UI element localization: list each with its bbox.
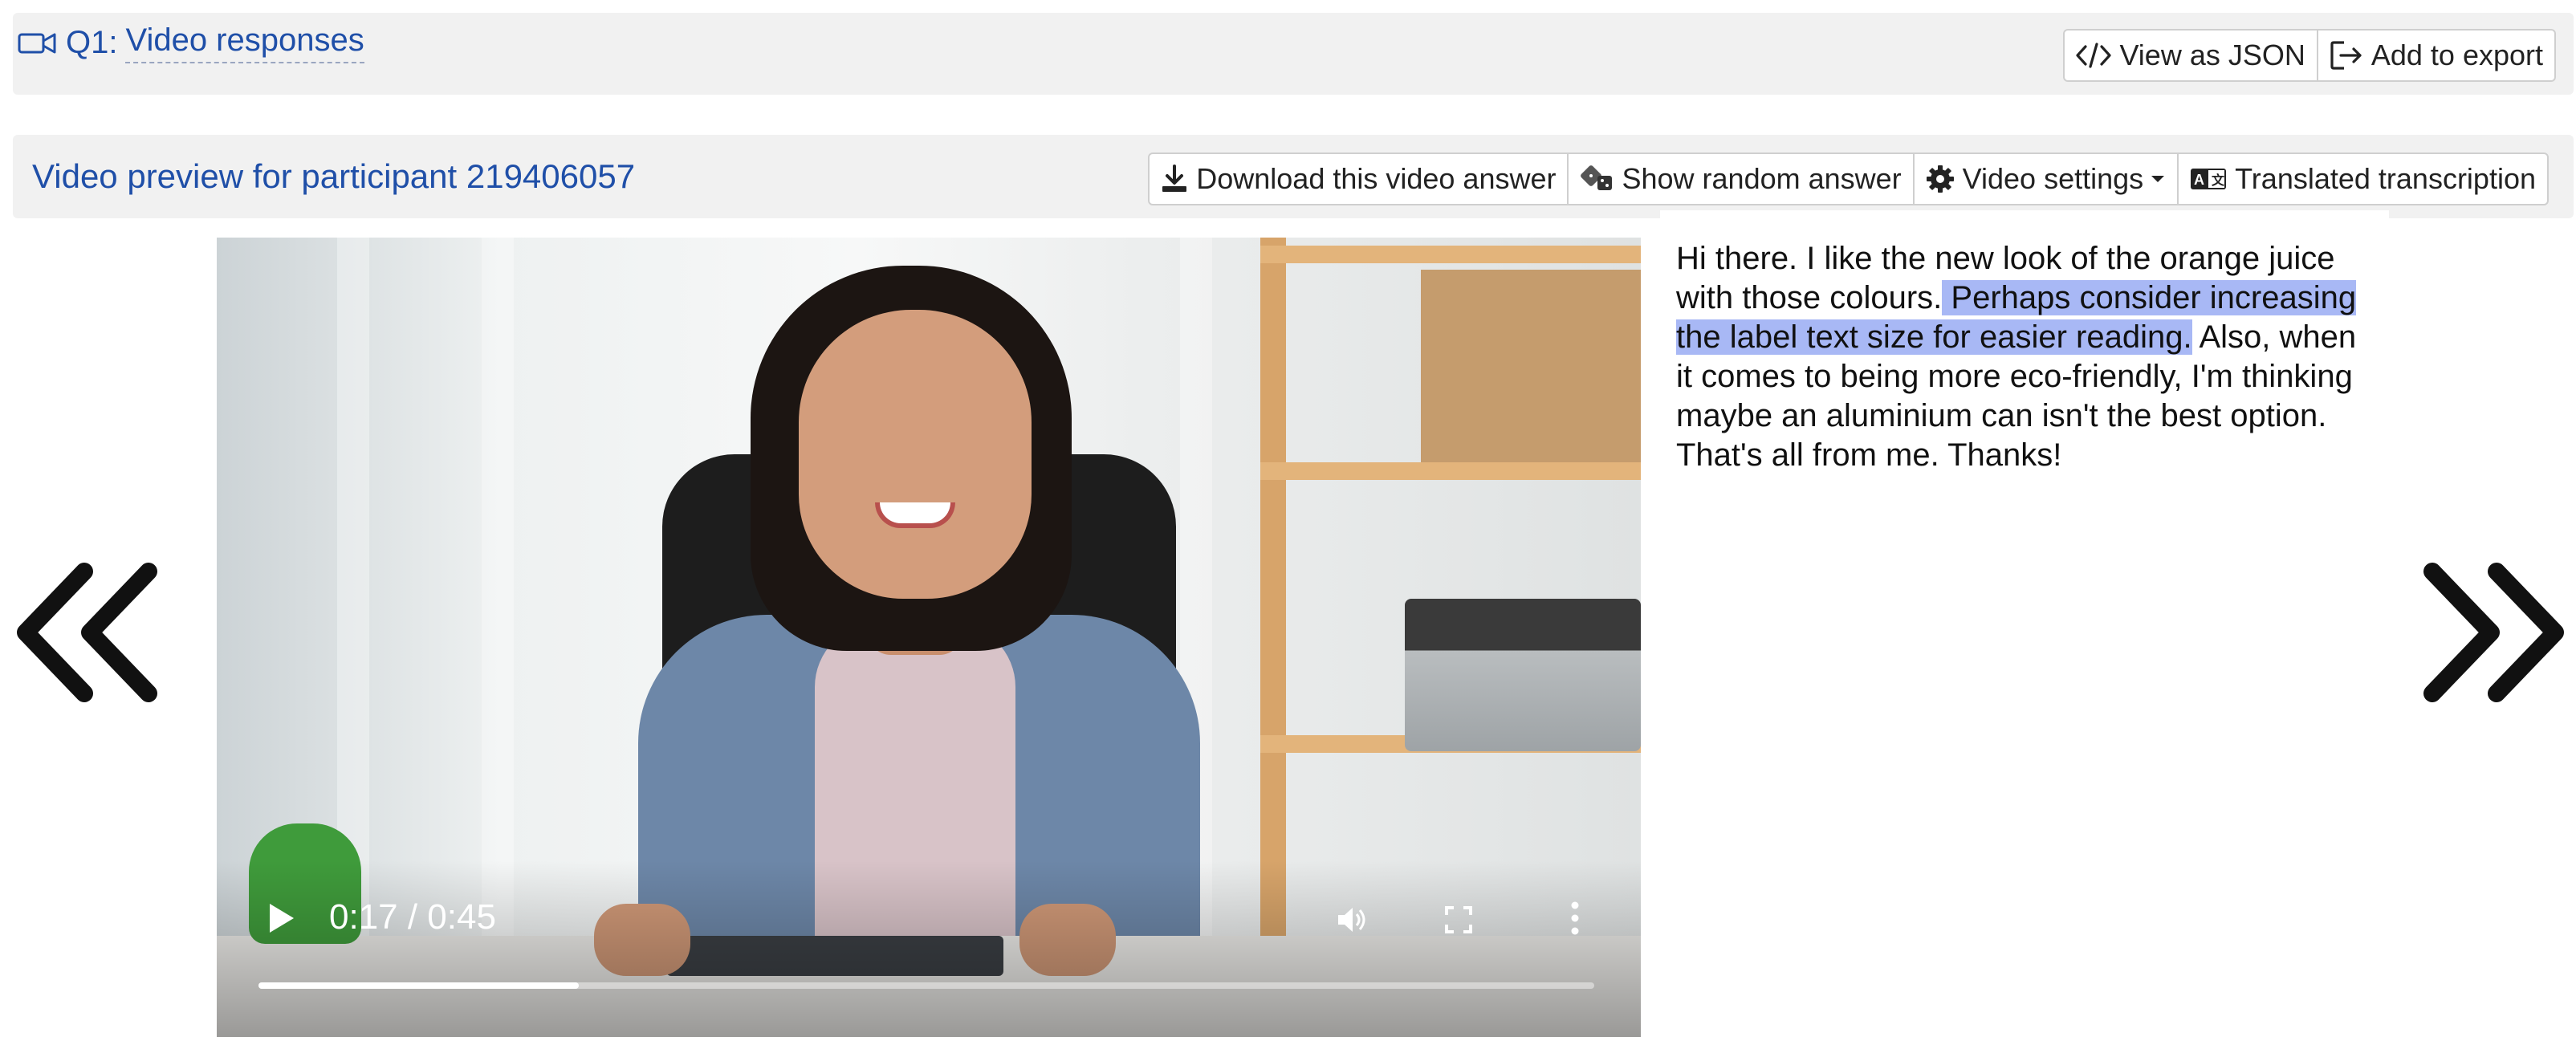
download-icon <box>1162 165 1187 192</box>
show-random-answer-button[interactable]: Show random answer <box>1569 152 1915 205</box>
video-controls <box>217 860 1641 1037</box>
video-frame-person <box>799 310 1032 599</box>
video-frame-shelf <box>1260 246 1641 263</box>
video-camera-icon <box>18 33 56 53</box>
double-chevron-right-icon[interactable] <box>2420 562 2565 706</box>
translated-transcription-button[interactable]: A 文 Translated transcription <box>2179 152 2549 205</box>
dice-icon <box>1581 165 1613 190</box>
caret-down-icon <box>2151 176 2165 182</box>
download-video-button[interactable]: Download this video answer <box>1148 152 1569 205</box>
gear-icon <box>1926 165 1954 193</box>
video-time-display: 0:17 / 0:45 <box>329 897 496 937</box>
view-as-json-button[interactable]: View as JSON <box>2063 29 2318 82</box>
add-to-export-button[interactable]: Add to export <box>2318 29 2556 82</box>
video-frame-shelf <box>1260 462 1641 480</box>
translated-transcription-label: Translated transcription <box>2235 162 2536 195</box>
video-settings-label: Video settings <box>1962 162 2144 195</box>
video-frame-printer <box>1405 599 1641 751</box>
view-as-json-label: View as JSON <box>2119 39 2305 71</box>
question-actions: View as JSON Add to export <box>2063 29 2556 82</box>
video-player[interactable]: 0:17 / 0:45 <box>217 238 1641 1037</box>
double-chevron-left-icon[interactable] <box>16 562 161 706</box>
more-options-icon[interactable] <box>1570 901 1580 936</box>
question-name-link[interactable]: Video responses <box>125 22 364 63</box>
play-icon[interactable] <box>265 901 297 936</box>
volume-icon[interactable] <box>1335 904 1367 936</box>
svg-text:A: A <box>2194 172 2204 188</box>
video-frame-shelf <box>1260 238 1286 944</box>
question-title: Q1: Video responses <box>18 22 364 63</box>
download-video-label: Download this video answer <box>1196 162 1557 195</box>
preview-title: Video preview for participant 219406057 <box>32 157 636 195</box>
code-icon <box>2076 43 2112 68</box>
video-progress-bar[interactable] <box>258 982 1594 989</box>
svg-text:文: 文 <box>2212 173 2225 188</box>
show-random-answer-label: Show random answer <box>1622 162 1902 195</box>
fullscreen-icon[interactable] <box>1445 906 1472 933</box>
video-frame-box <box>1421 270 1641 462</box>
video-frame-curtain <box>482 238 514 944</box>
add-to-export-label: Add to export <box>2370 39 2543 71</box>
video-progress-fill <box>258 982 580 989</box>
export-icon <box>2330 41 2362 70</box>
translate-icon: A 文 <box>2191 169 2227 189</box>
question-number: Q1: <box>66 25 118 60</box>
transcript-panel: Hi there. I like the new look of the ora… <box>1660 210 2389 1045</box>
preview-actions: Download this video answer Show random a… <box>1148 152 2549 205</box>
video-settings-dropdown[interactable]: Video settings <box>1914 152 2179 205</box>
